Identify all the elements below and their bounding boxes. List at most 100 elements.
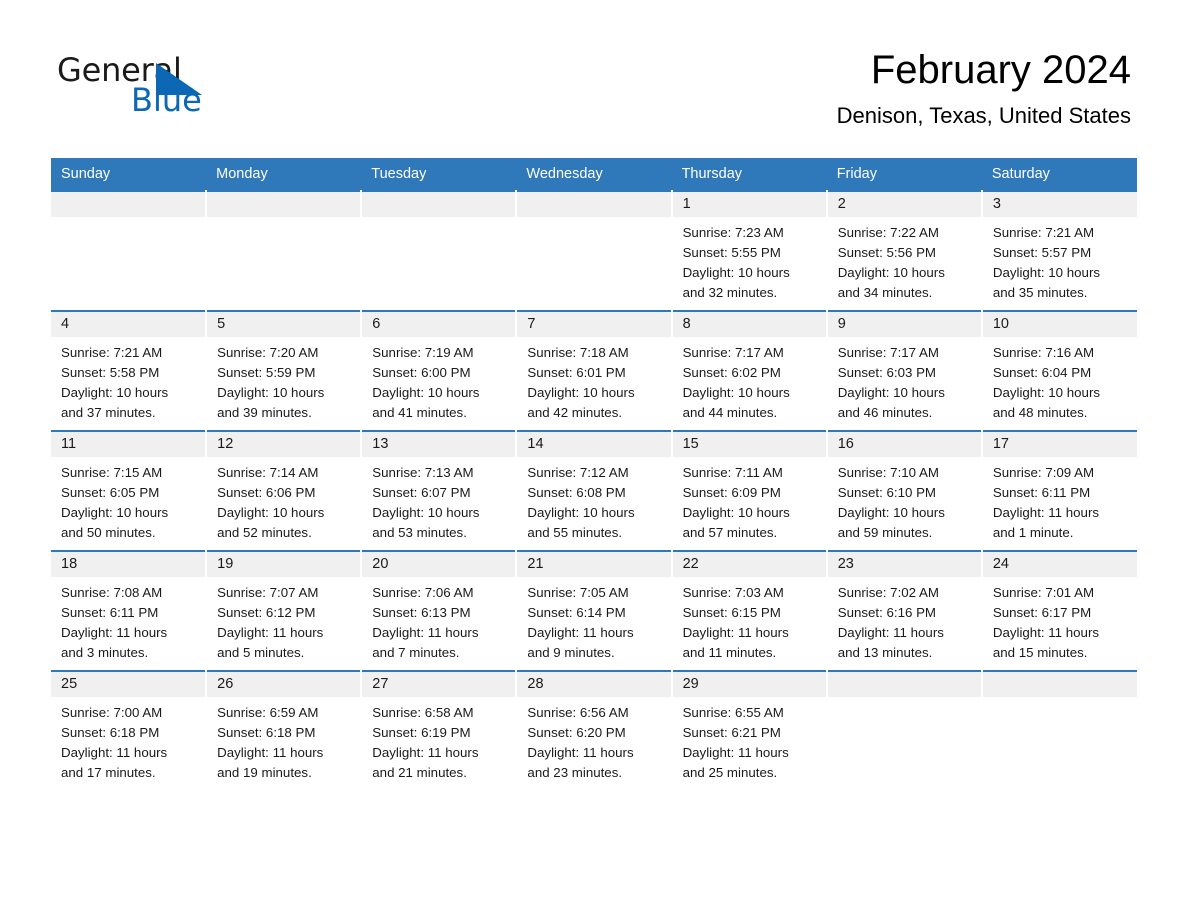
day-number: 13	[362, 432, 516, 457]
calendar-day-cell[interactable]: 14 Sunrise: 7:12 AM Sunset: 6:08 PM Dayligh…	[516, 430, 673, 551]
daylight-text-line1: Daylight: 11 hours	[837, 625, 944, 640]
day-details: Sunrise: 7:06 AM Sunset: 6:13 PM Daylight:…	[362, 577, 515, 667]
calendar-day-cell[interactable]: 16 Sunrise: 7:10 AM Sunset: 6:10 PM Dayligh…	[826, 430, 983, 551]
calendar-day-cell[interactable]: 28 Sunrise: 6:56 AM Sunset: 6:20 PM Dayligh…	[516, 670, 673, 790]
daylight-text-line2: and 32 minutes.	[682, 285, 778, 300]
sunrise-text: Sunrise: 7:10 AM	[837, 465, 939, 480]
sunset-text: Sunset: 6:11 PM	[992, 485, 1091, 500]
calendar-day-cell[interactable]: 27 Sunrise: 6:58 AM Sunset: 6:19 PM Dayligh…	[361, 670, 518, 790]
day-details: Sunrise: 7:17 AM Sunset: 6:03 PM Daylight:…	[828, 337, 981, 427]
daylight-text-line1: Daylight: 10 hours	[837, 265, 945, 280]
weekday-header-friday: Friday	[826, 158, 982, 191]
sunrise-text: Sunrise: 7:07 AM	[217, 585, 319, 600]
calendar-week-row: 1 Sunrise: 7:23 AM Sunset: 5:55 PM Daylight…	[51, 190, 1137, 311]
sunset-text: Sunset: 6:00 PM	[372, 365, 471, 380]
calendar-day-cell[interactable]: 1 Sunrise: 7:23 AM Sunset: 5:55 PM Daylight…	[671, 190, 828, 311]
page-title: February 2024	[870, 48, 1131, 92]
calendar-day-cell[interactable]: 15 Sunrise: 7:11 AM Sunset: 6:09 PM Dayligh…	[671, 430, 828, 551]
calendar-day-cell[interactable]: 22 Sunrise: 7:03 AM Sunset: 6:15 PM Dayligh…	[671, 550, 828, 671]
day-details: Sunrise: 7:03 AM Sunset: 6:15 PM Daylight:…	[673, 577, 826, 667]
sunset-text: Sunset: 6:02 PM	[682, 365, 781, 380]
day-details: Sunrise: 7:23 AM Sunset: 5:55 PM Daylight:…	[673, 217, 826, 307]
calendar-day-cell[interactable]: 25 Sunrise: 7:00 AM Sunset: 6:18 PM Dayligh…	[51, 670, 208, 790]
sunrise-text: Sunrise: 7:11 AM	[682, 465, 783, 480]
daylight-text-line2: and 42 minutes.	[527, 405, 623, 420]
sunrise-text: Sunrise: 6:55 AM	[682, 705, 784, 720]
daylight-text-line2: and 50 minutes.	[61, 525, 156, 540]
daylight-text-line1: Daylight: 10 hours	[61, 505, 169, 520]
daylight-text-line1: Daylight: 11 hours	[992, 625, 1100, 640]
daylight-text-line2: and 17 minutes.	[61, 765, 156, 780]
day-number	[207, 192, 361, 217]
day-number: 18	[51, 552, 206, 577]
general-blue-logo[interactable]: General Blue	[57, 52, 317, 128]
logo-text-blue: Blue	[131, 81, 202, 119]
daylight-text-line2: and 7 minutes.	[372, 645, 460, 660]
day-number: 8	[672, 312, 826, 337]
day-details: Sunrise: 7:02 AM Sunset: 6:16 PM Daylight:…	[828, 577, 981, 667]
day-details: Sunrise: 7:09 AM Sunset: 6:11 PM Daylight:…	[983, 457, 1137, 547]
day-number: 4	[51, 312, 206, 337]
calendar-day-cell[interactable]: 20 Sunrise: 7:06 AM Sunset: 6:13 PM Dayligh…	[361, 550, 518, 671]
daylight-text-line1: Daylight: 10 hours	[682, 505, 790, 520]
calendar-day-cell-empty	[826, 670, 983, 790]
daylight-text-line2: and 5 minutes.	[217, 645, 305, 660]
calendar-day-cell[interactable]: 26 Sunrise: 6:59 AM Sunset: 6:18 PM Dayligh…	[206, 670, 363, 790]
page-header: General Blue February 2024 Denison, Texa…	[0, 0, 1188, 128]
title-block: February 2024 Denison, Texas, United Sta…	[837, 46, 1131, 130]
daylight-text-line2: and 48 minutes.	[992, 405, 1088, 420]
weekday-header-monday: Monday	[206, 158, 362, 191]
day-details: Sunrise: 6:55 AM Sunset: 6:21 PM Daylight:…	[673, 697, 826, 787]
daylight-text-line1: Daylight: 11 hours	[372, 625, 479, 640]
weekday-header-tuesday: Tuesday	[361, 158, 517, 191]
calendar-day-cell[interactable]: 5 Sunrise: 7:20 AM Sunset: 5:59 PM Daylight…	[206, 310, 363, 431]
day-details: Sunrise: 7:01 AM Sunset: 6:17 PM Daylight:…	[983, 577, 1137, 667]
daylight-text-line2: and 15 minutes.	[992, 645, 1088, 660]
calendar-day-cell[interactable]: 24 Sunrise: 7:01 AM Sunset: 6:17 PM Dayligh…	[981, 550, 1137, 671]
calendar-day-cell[interactable]: 19 Sunrise: 7:07 AM Sunset: 6:12 PM Dayligh…	[206, 550, 363, 671]
calendar-day-cell[interactable]: 23 Sunrise: 7:02 AM Sunset: 6:16 PM Dayligh…	[826, 550, 983, 671]
sunrise-text: Sunrise: 7:15 AM	[61, 465, 163, 480]
daylight-text-line2: and 3 minutes.	[61, 645, 149, 660]
day-details: Sunrise: 7:10 AM Sunset: 6:10 PM Daylight:…	[828, 457, 981, 547]
sunrise-text: Sunrise: 7:06 AM	[372, 585, 474, 600]
sunset-text: Sunset: 6:15 PM	[682, 605, 781, 620]
day-details: Sunrise: 7:22 AM Sunset: 5:56 PM Daylight:…	[828, 217, 981, 307]
calendar-day-cell[interactable]: 7 Sunrise: 7:18 AM Sunset: 6:01 PM Daylight…	[516, 310, 673, 431]
daylight-text-line2: and 39 minutes.	[217, 405, 312, 420]
daylight-text-line2: and 1 minute.	[992, 525, 1074, 540]
weekday-header-saturday: Saturday	[981, 158, 1137, 191]
day-details: Sunrise: 7:15 AM Sunset: 6:05 PM Daylight:…	[51, 457, 205, 547]
daylight-text-line2: and 59 minutes.	[837, 525, 933, 540]
calendar-day-cell[interactable]: 13 Sunrise: 7:13 AM Sunset: 6:07 PM Dayligh…	[361, 430, 518, 551]
day-details: Sunrise: 6:56 AM Sunset: 6:20 PM Daylight:…	[517, 697, 670, 787]
calendar-day-cell[interactable]: 6 Sunrise: 7:19 AM Sunset: 6:00 PM Daylight…	[361, 310, 518, 431]
day-number: 24	[982, 552, 1137, 577]
sunrise-text: Sunrise: 7:01 AM	[992, 585, 1095, 600]
sunset-text: Sunset: 6:12 PM	[217, 605, 316, 620]
calendar-day-cell[interactable]: 12 Sunrise: 7:14 AM Sunset: 6:06 PM Dayligh…	[206, 430, 363, 551]
calendar-day-cell[interactable]: 21 Sunrise: 7:05 AM Sunset: 6:14 PM Dayligh…	[516, 550, 673, 671]
day-number	[982, 672, 1137, 697]
calendar-day-cell[interactable]: 3 Sunrise: 7:21 AM Sunset: 5:57 PM Daylight…	[981, 190, 1137, 311]
sunset-text: Sunset: 6:08 PM	[527, 485, 626, 500]
calendar-day-cell[interactable]: 8 Sunrise: 7:17 AM Sunset: 6:02 PM Daylight…	[671, 310, 828, 431]
calendar-day-cell[interactable]: 29 Sunrise: 6:55 AM Sunset: 6:21 PM Dayligh…	[671, 670, 828, 790]
day-number: 26	[207, 672, 361, 697]
calendar-day-cell[interactable]: 10 Sunrise: 7:16 AM Sunset: 6:04 PM Dayligh…	[981, 310, 1137, 431]
calendar-day-cell[interactable]: 2 Sunrise: 7:22 AM Sunset: 5:56 PM Daylight…	[826, 190, 983, 311]
sunrise-text: Sunrise: 7:21 AM	[61, 345, 163, 360]
calendar-day-cell[interactable]: 4 Sunrise: 7:21 AM Sunset: 5:58 PM Daylight…	[51, 310, 208, 431]
day-details: Sunrise: 7:05 AM Sunset: 6:14 PM Daylight:…	[517, 577, 670, 667]
calendar-day-cell[interactable]: 11 Sunrise: 7:15 AM Sunset: 6:05 PM Dayligh…	[51, 430, 208, 551]
calendar-day-cell[interactable]: 18 Sunrise: 7:08 AM Sunset: 6:11 PM Dayligh…	[51, 550, 208, 671]
daylight-text-line1: Daylight: 11 hours	[61, 745, 168, 760]
sunrise-text: Sunrise: 7:08 AM	[61, 585, 163, 600]
day-number: 28	[517, 672, 671, 697]
day-number: 1	[672, 192, 826, 217]
page-subtitle: Denison, Texas, United States	[836, 103, 1131, 128]
sunset-text: Sunset: 6:03 PM	[837, 365, 937, 380]
calendar-day-cell[interactable]: 17 Sunrise: 7:09 AM Sunset: 6:11 PM Dayligh…	[981, 430, 1137, 551]
daylight-text-line1: Daylight: 11 hours	[217, 745, 324, 760]
calendar-day-cell[interactable]: 9 Sunrise: 7:17 AM Sunset: 6:03 PM Daylight…	[826, 310, 983, 431]
